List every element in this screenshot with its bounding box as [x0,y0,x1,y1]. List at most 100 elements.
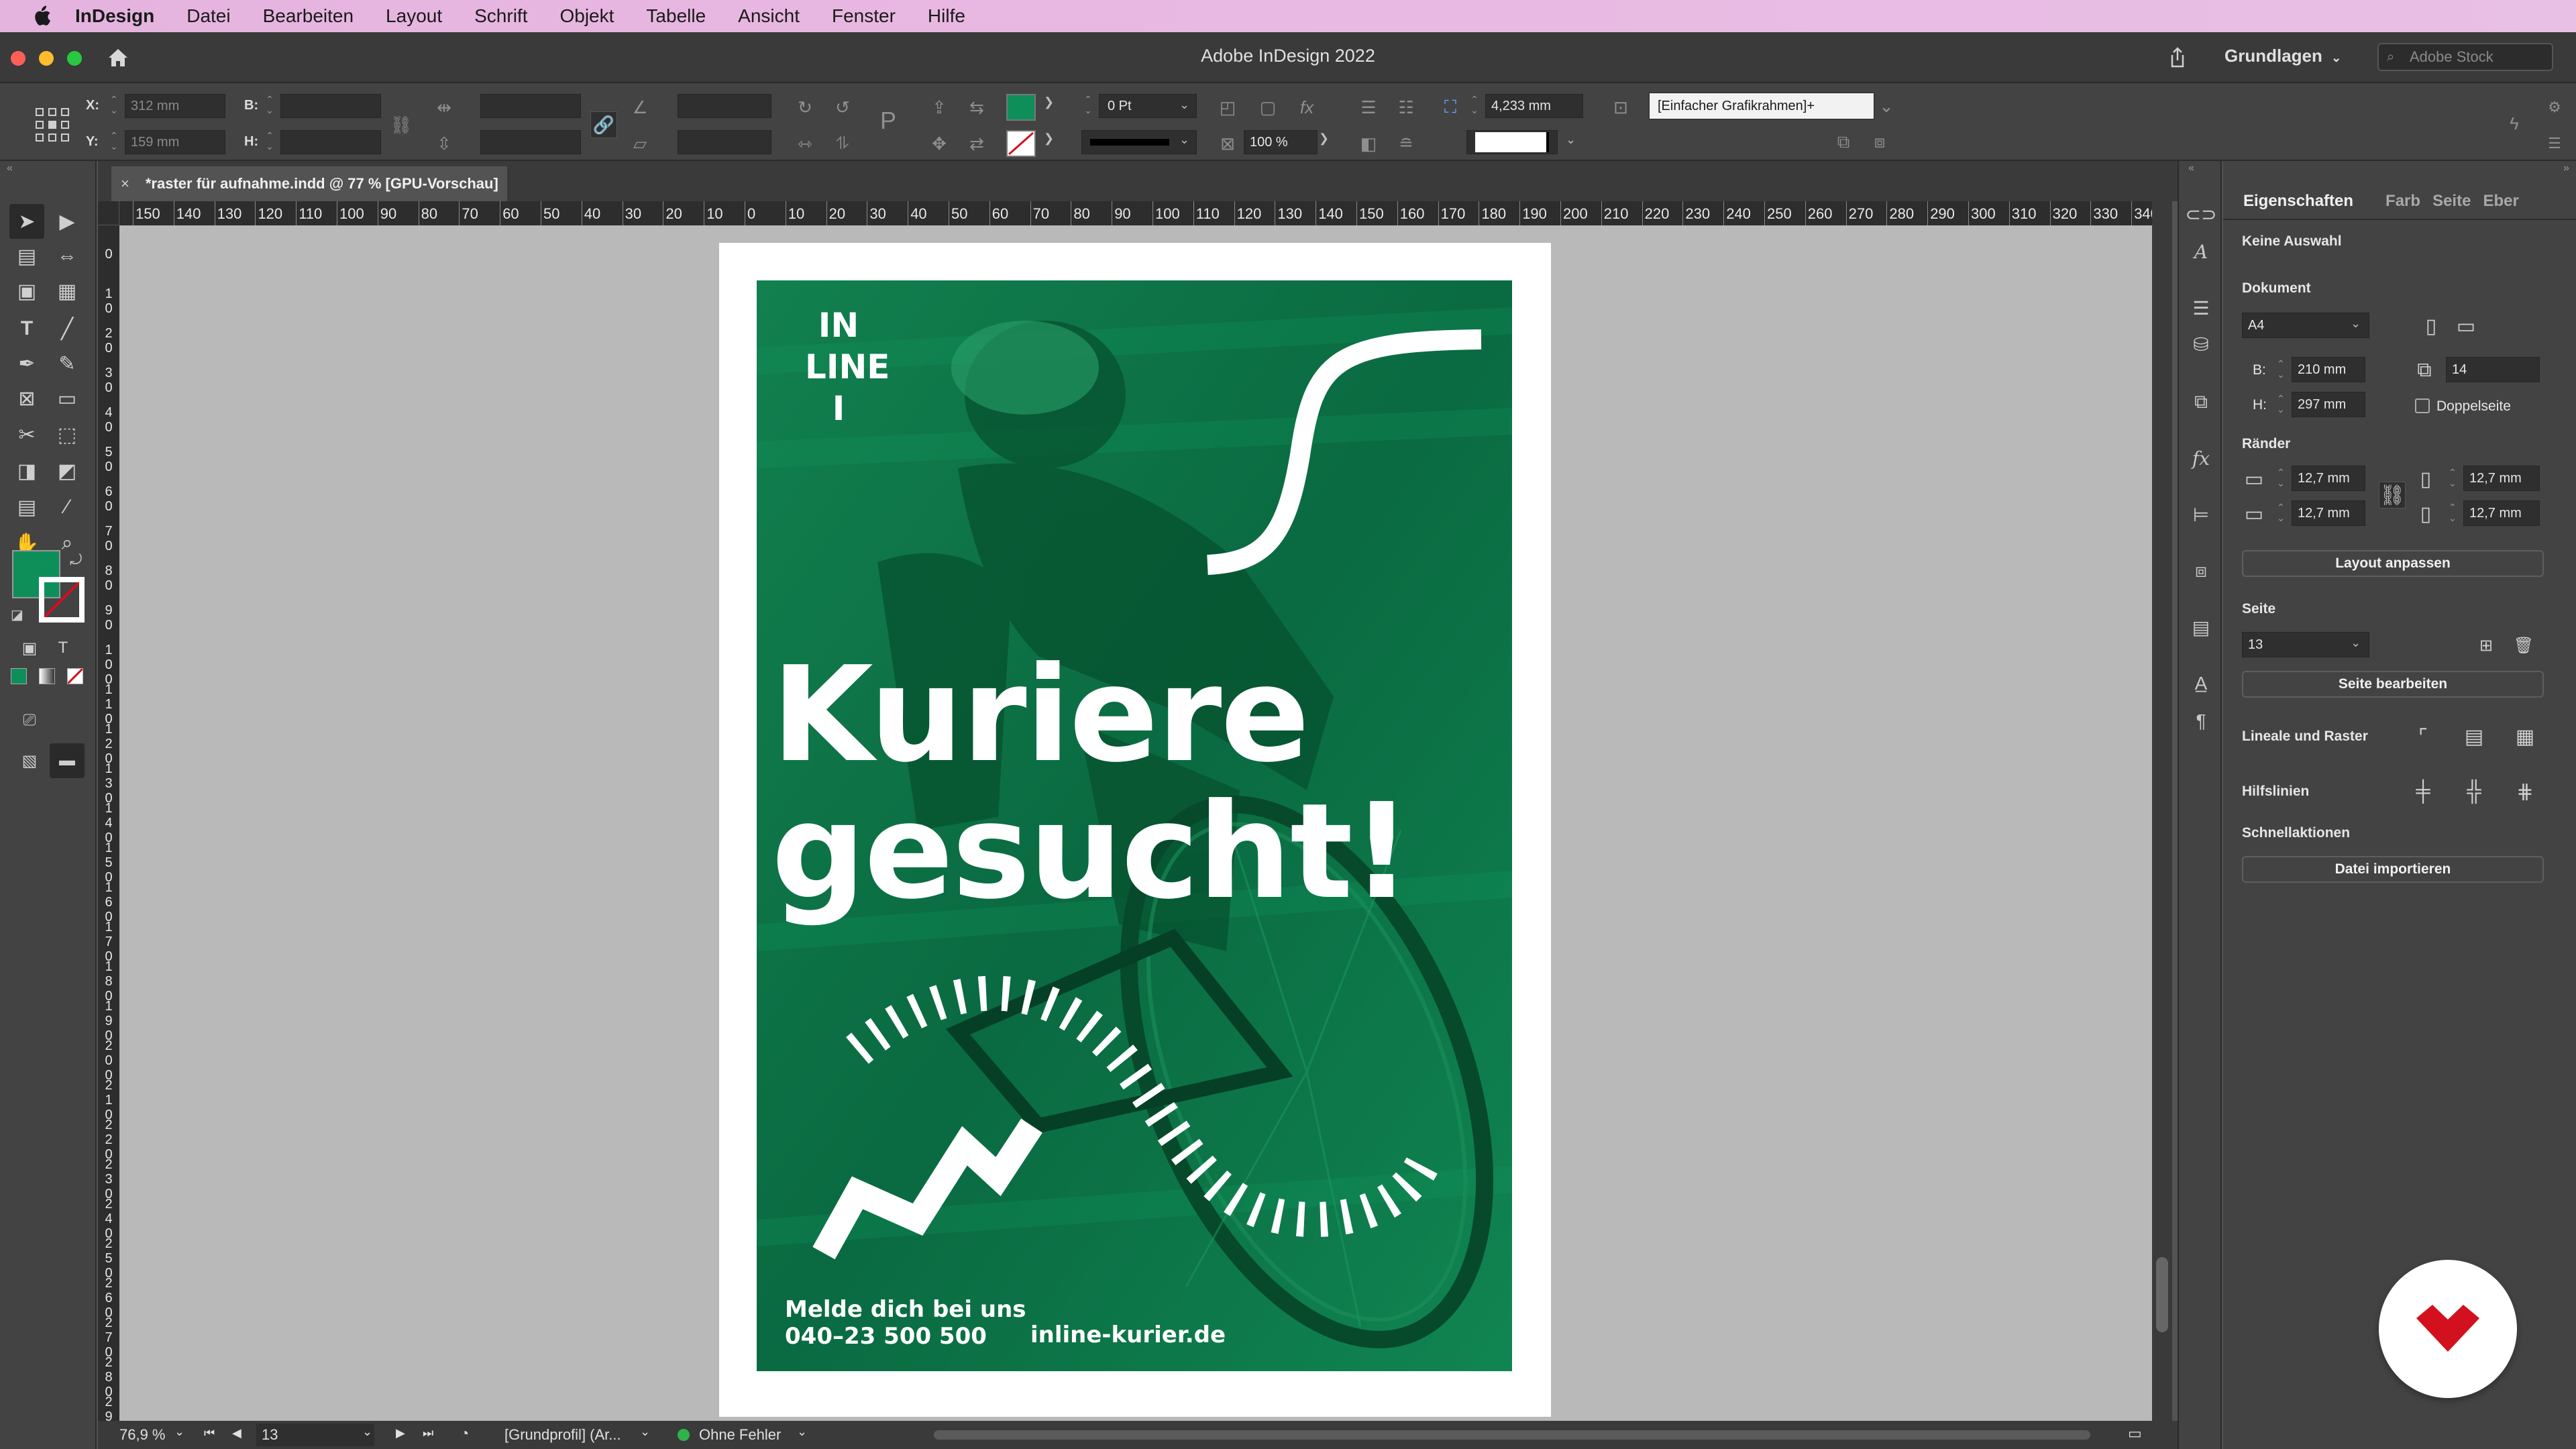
frame-icon[interactable]: ▢ [1254,94,1281,121]
width-field[interactable] [280,94,381,118]
apply-none-icon[interactable] [66,667,84,685]
flip-horizontal-icon[interactable]: ⇿ [792,130,818,157]
spacing-field[interactable]: 4,233 mm [1485,94,1583,118]
scissors-tool-icon[interactable]: ✂ [9,417,44,452]
tab-farbe[interactable]: Farb [2385,192,2432,219]
menu-objekt[interactable]: Objekt [559,5,614,27]
chevron-down-icon[interactable]: ⌄ [1566,133,1576,147]
panel-menu-icon[interactable]: ☰ [2541,130,2568,157]
opacity-menu-icon[interactable]: ❯ [1319,131,1329,146]
opacity-icon[interactable]: ⊠ [1214,130,1241,157]
align-panel-icon[interactable]: ⊨ [2186,499,2216,530]
portrait-orientation-icon[interactable]: ▯ [2418,313,2445,339]
shear-angle-icon[interactable]: ▱ [627,130,653,157]
text-wrap-around-icon[interactable]: ≘ [1393,130,1419,157]
normal-view-icon[interactable]: ▧ [12,743,47,778]
page-width-field[interactable]: 210 mm [2292,357,2365,382]
pencil-tool-icon[interactable]: ✎ [50,346,85,381]
page-height-field[interactable]: 297 mm [2292,392,2365,417]
document-tab[interactable]: × *raster für aufnahme.indd @ 77 % [GPU-… [111,166,507,201]
free-transform-tool-icon[interactable]: ⬚ [50,417,85,452]
rectangle-tool-icon[interactable]: ▭ [50,381,85,416]
formatting-text-icon[interactable]: T [46,631,80,665]
chevron-down-icon[interactable]: ⌄ [640,1425,650,1439]
tab-seiten[interactable]: Seite [2432,192,2483,219]
poster-artwork[interactable]: IN LINE I Kuriere gesucht! Melde dich be… [757,280,1512,1371]
stroke-menu-icon[interactable]: ❯ [1044,131,1054,146]
link-margins-icon[interactable]: ⛓ [2379,482,2406,508]
swatches-icon[interactable]: ⛁ [2186,329,2216,360]
collapse-panel-icon[interactable]: » [2563,162,2569,174]
menu-layout[interactable]: Layout [386,5,442,27]
lightning-icon[interactable]: ϟ [2501,110,2528,137]
selection-tool-icon[interactable]: ➤ [9,204,44,239]
swap-colors-icon[interactable]: ⤾ [70,551,82,569]
apple-menu-icon[interactable] [27,0,56,32]
stroke-panel-icon[interactable]: ☰ [2186,292,2216,323]
menu-app-name[interactable]: InDesign [75,5,154,27]
scale-y-field[interactable] [480,130,581,154]
align-center-icon[interactable]: ☷ [1393,94,1419,121]
stroke-color-box[interactable] [39,577,85,623]
select-previous-icon[interactable]: ⇆ [963,94,990,121]
x-stepper-icon[interactable]: ⌃ ⌄ [107,94,121,118]
height-field[interactable] [280,130,381,154]
fill-menu-icon[interactable]: ❯ [1044,95,1054,109]
link-icon[interactable]: 🔗 [590,111,617,138]
effects-icon[interactable]: fx [1293,94,1320,121]
opacity-field[interactable]: 100 % [1244,130,1318,154]
default-colors-icon[interactable]: ◪ [11,606,23,623]
height-stepper-icon[interactable]: ⌃ ⌄ [263,130,276,154]
gap-tool-icon[interactable]: ⇔ [50,239,85,274]
margin-left-stepper-icon[interactable]: ⌃ ⌄ [2446,467,2459,491]
gap-tool-icon[interactable]: ⛶ [1437,94,1464,121]
chevron-down-icon[interactable]: ⌄ [362,1425,372,1439]
scale-x-icon[interactable]: ⇹ [431,94,458,121]
edit-page-button[interactable]: Seite bearbeiten [2242,671,2544,698]
close-tab-icon[interactable]: × [121,175,129,193]
menu-ansicht[interactable]: Ansicht [738,5,800,27]
collapse-panel-icon[interactable]: « [7,162,13,174]
page-height-stepper-icon[interactable]: ⌃ ⌄ [2274,393,2288,417]
workspace-switcher[interactable]: Grundlagen ⌄ [2224,46,2341,66]
vertical-ruler[interactable]: 0 10 20 30 40 50 60 70 80 90 100110120130140150160… [98,225,119,1421]
margin-top-stepper-icon[interactable]: ⌃ ⌄ [2274,467,2288,491]
margin-right-stepper-icon[interactable]: ⌃ ⌄ [2446,502,2459,526]
rectangle-frame-tool-icon[interactable]: ⊠ [9,381,44,416]
stroke-swatch[interactable] [1006,130,1036,157]
spacing-stepper-icon[interactable]: ⌃ ⌄ [1468,94,1481,118]
first-page-icon[interactable]: ⏮ [204,1426,215,1440]
facing-pages-checkbox[interactable] [2415,398,2430,413]
select-container-icon[interactable]: ⇪ [926,94,953,121]
content-placer-icon[interactable]: ▦ [50,274,85,309]
align-left-icon[interactable]: ☰ [1355,94,1382,121]
collapse-panel-icon[interactable]: « [2188,162,2194,174]
zoom-level[interactable]: 76,9 % [119,1426,166,1444]
path-type-icon[interactable]: P [875,107,902,134]
stroke-weight-stepper-icon[interactable]: ⌃ ⌄ [1081,94,1095,118]
reference-point-icon[interactable] [34,106,71,144]
open-document-icon[interactable]: ◔ [460,1425,469,1442]
scale-x-field[interactable] [480,94,581,118]
width-stepper-icon[interactable]: ⌃ ⌄ [263,94,276,118]
horizontal-ruler[interactable]: 150 140 130 120 110 100 90 80 70 60 50 40 30 20 10 0 10 2… [119,201,2152,225]
pathfinder-icon[interactable]: ⧈ [2186,555,2216,586]
constrain-proportions-icon[interactable]: ⛓ [388,111,415,138]
drop-shadow-icon[interactable]: ◰ [1214,94,1241,121]
tab-ebenen[interactable]: Eber [2483,192,2530,219]
ruler-origin[interactable] [98,201,119,225]
chevron-down-icon[interactable]: ⌄ [1873,93,1900,119]
vertical-scrollbar-thumb[interactable] [2156,1257,2168,1332]
direct-selection-tool-icon[interactable]: ▶ [50,204,85,239]
preview-mode-icon[interactable]: ▬ [50,743,85,778]
fitting-icon[interactable]: ⧉ [1830,129,1857,156]
tab-eigenschaften[interactable]: Eigenschaften [2243,192,2365,219]
menu-datei[interactable]: Datei [186,5,230,27]
gear-icon[interactable]: ⚙ [2541,94,2568,121]
share-icon[interactable] [2164,44,2191,71]
y-stepper-icon[interactable]: ⌃ ⌄ [107,130,121,154]
page-number-field[interactable]: 13 [256,1424,374,1446]
baseline-grid-icon[interactable]: ▤ [2461,723,2487,750]
paragraph-styles-icon[interactable]: A̲ [2186,668,2216,699]
line-tool-icon[interactable]: ╱ [50,311,85,346]
